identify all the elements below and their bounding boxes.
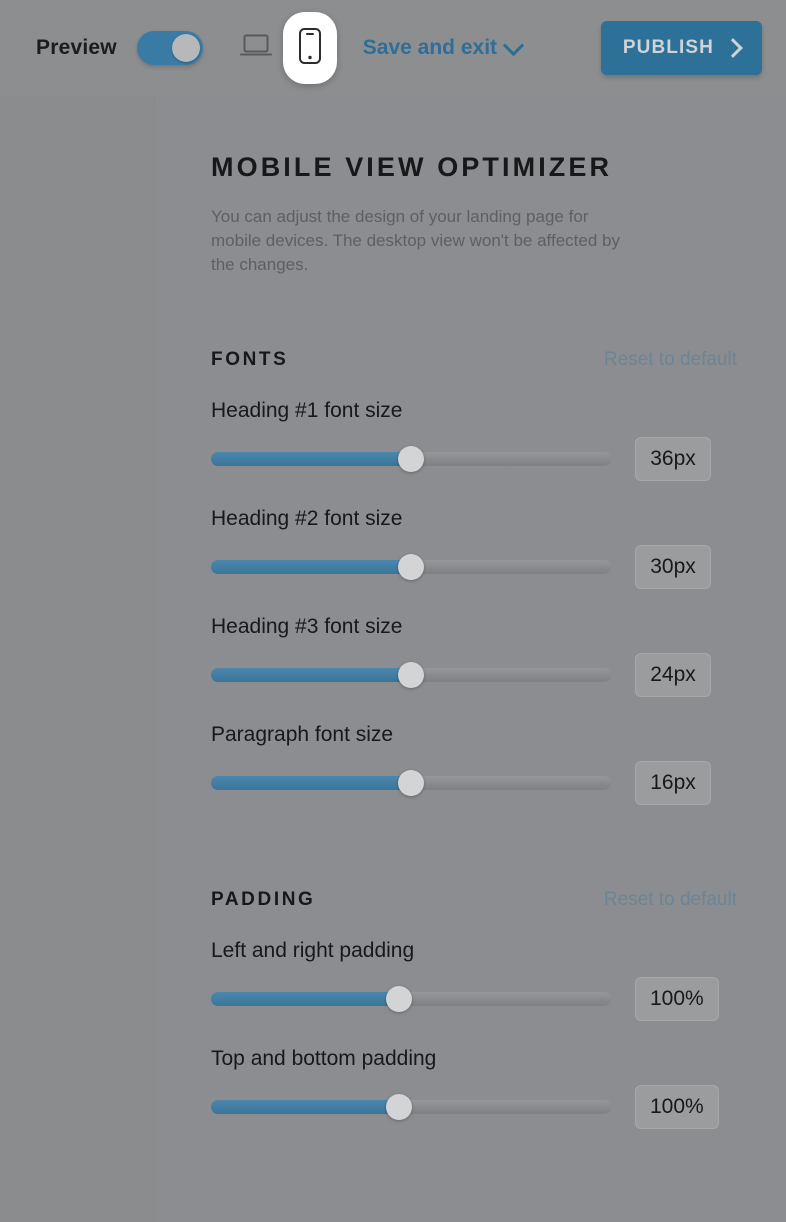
slider-fill	[211, 776, 411, 790]
field-label: Top and bottom padding	[211, 1047, 437, 1070]
top-toolbar: Preview Save and exit PUBLISH	[0, 0, 786, 96]
preview-label: Preview	[36, 36, 117, 59]
field-label: Heading #2 font size	[211, 507, 403, 530]
section-header-fonts: FONTS Reset to default	[211, 349, 737, 371]
save-and-exit-label: Save and exit	[362, 36, 498, 59]
publish-label: PUBLISH	[622, 37, 714, 58]
device-button-mobile[interactable]	[282, 12, 337, 84]
value-heading-1-font-size[interactable]: 36px	[635, 437, 711, 481]
left-sidebar-rail	[0, 96, 153, 1222]
slider-fill	[211, 452, 411, 466]
slider-heading-2-font-size[interactable]	[211, 554, 611, 580]
field-paragraph-font-size: Paragraph font size 16px	[211, 723, 737, 805]
page-description: You can adjust the design of your landin…	[211, 207, 620, 274]
field-heading-3-font-size: Heading #3 font size 24px	[211, 615, 737, 697]
reset-to-default-fonts[interactable]: Reset to default	[604, 349, 737, 371]
field-heading-1-font-size: Heading #1 font size 36px	[211, 399, 737, 481]
slider-fill	[211, 668, 411, 682]
field-label: Heading #3 font size	[211, 615, 403, 638]
value-heading-2-font-size[interactable]: 30px	[635, 545, 711, 589]
publish-button[interactable]: PUBLISH	[600, 21, 762, 75]
section-title-padding: PADDING	[211, 889, 316, 910]
chevron-right-icon	[723, 38, 743, 58]
field-heading-2-font-size: Heading #2 font size 30px	[211, 507, 737, 589]
reset-to-default-padding[interactable]: Reset to default	[604, 889, 737, 911]
section-header-padding: PADDING Reset to default	[211, 889, 737, 911]
phone-icon	[298, 27, 322, 70]
field-label: Paragraph font size	[211, 723, 394, 746]
laptop-icon	[239, 33, 272, 64]
field-left-right-padding: Left and right padding 100%	[211, 939, 737, 1021]
field-top-bottom-padding: Top and bottom padding 100%	[211, 1047, 737, 1129]
slider-knob[interactable]	[398, 770, 424, 796]
section-padding: PADDING Reset to default Left and right …	[211, 889, 786, 1129]
mobile-view-optimizer-panel: MOBILE VIEW OPTIMIZER You can adjust the…	[157, 96, 786, 1222]
section-title-fonts: FONTS	[211, 349, 289, 370]
slider-knob[interactable]	[398, 554, 424, 580]
device-switcher	[229, 12, 337, 84]
section-fonts: FONTS Reset to default Heading #1 font s…	[211, 349, 786, 805]
slider-paragraph-font-size[interactable]	[211, 770, 611, 796]
slider-knob[interactable]	[386, 986, 412, 1012]
value-top-bottom-padding[interactable]: 100%	[635, 1085, 719, 1129]
preview-toggle[interactable]	[136, 31, 203, 65]
slider-heading-3-font-size[interactable]	[211, 662, 611, 688]
page-title: MOBILE VIEW OPTIMIZER	[211, 152, 613, 182]
slider-knob[interactable]	[398, 446, 424, 472]
value-heading-3-font-size[interactable]: 24px	[635, 653, 711, 697]
slider-knob[interactable]	[398, 662, 424, 688]
slider-left-right-padding[interactable]	[211, 986, 611, 1012]
value-left-right-padding[interactable]: 100%	[635, 977, 719, 1021]
save-and-exit-button[interactable]: Save and exit	[362, 34, 525, 60]
value-paragraph-font-size[interactable]: 16px	[635, 761, 711, 805]
field-label: Left and right padding	[211, 939, 415, 962]
slider-heading-1-font-size[interactable]	[211, 446, 611, 472]
slider-fill	[211, 560, 411, 574]
slider-fill	[211, 992, 399, 1006]
chevron-down-icon	[502, 34, 525, 56]
slider-knob[interactable]	[386, 1094, 412, 1120]
field-label: Heading #1 font size	[211, 399, 403, 422]
device-button-desktop[interactable]	[229, 21, 283, 75]
slider-top-bottom-padding[interactable]	[211, 1094, 611, 1120]
page-root: Preview Save and exit PUBLISH MOBILE VIE…	[0, 0, 786, 1222]
preview-toggle-knob	[171, 34, 200, 62]
slider-fill	[211, 1100, 399, 1114]
